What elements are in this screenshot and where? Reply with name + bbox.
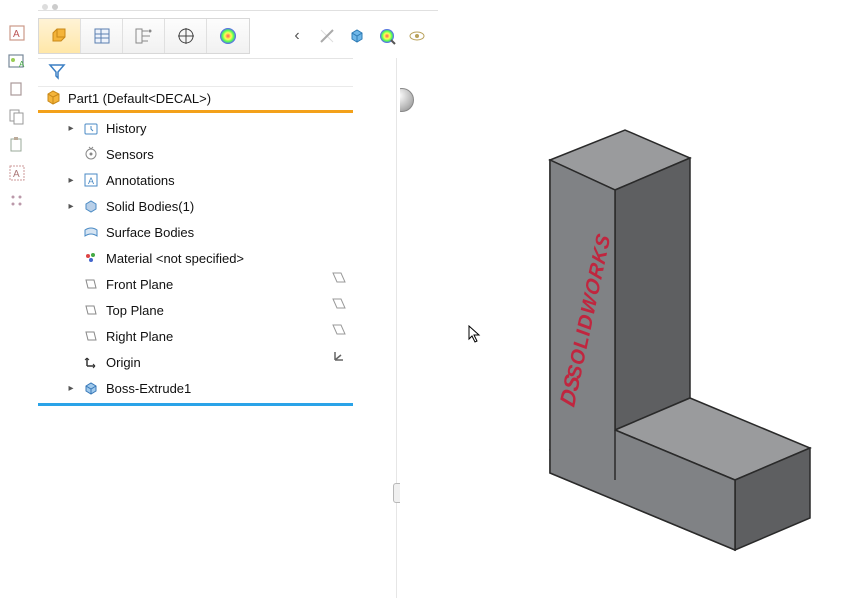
tool-text[interactable]: A bbox=[6, 162, 28, 184]
tree-label: Sensors bbox=[106, 147, 154, 162]
tree-label: Material <not specified> bbox=[106, 251, 244, 266]
tab-display-manager[interactable] bbox=[207, 19, 249, 53]
expand-icon[interactable]: ▸ bbox=[66, 123, 76, 134]
tree-item-annotations[interactable]: ▸ A Annotations bbox=[38, 167, 353, 193]
manager-tabs-toolbar: ‹ bbox=[38, 18, 431, 54]
tree-label: Surface Bodies bbox=[106, 225, 194, 240]
tool-clipboard[interactable] bbox=[6, 134, 28, 156]
tab-pip[interactable] bbox=[42, 4, 48, 10]
panel-tab-pips bbox=[38, 3, 438, 11]
tool-layer[interactable] bbox=[6, 78, 28, 100]
tree-label: Right Plane bbox=[106, 329, 173, 344]
svg-text:A: A bbox=[13, 29, 20, 40]
tool-drawing-format[interactable]: A bbox=[6, 22, 28, 44]
tree-item-front-plane[interactable]: Front Plane bbox=[38, 271, 353, 297]
tree-label: Top Plane bbox=[106, 303, 164, 318]
tree-end-marker bbox=[38, 403, 353, 406]
history-icon bbox=[82, 119, 100, 137]
tree-item-right-plane[interactable]: Right Plane bbox=[38, 323, 353, 349]
tree-item-boss-extrude[interactable]: ▸ Boss-Extrude1 bbox=[38, 375, 353, 401]
tab-config-manager[interactable] bbox=[123, 19, 165, 53]
svg-text:A: A bbox=[19, 60, 25, 69]
tree-item-top-plane[interactable]: Top Plane bbox=[38, 297, 353, 323]
appearance-button[interactable] bbox=[373, 22, 401, 50]
tree-item-solid-bodies[interactable]: ▸ Solid Bodies(1) bbox=[38, 193, 353, 219]
filter-icon[interactable] bbox=[48, 62, 66, 83]
tree-label: Boss-Extrude1 bbox=[106, 381, 191, 396]
expand-icon[interactable]: ▸ bbox=[66, 201, 76, 212]
left-vertical-toolbar: A A A bbox=[0, 14, 34, 212]
plane-handle-icon[interactable] bbox=[329, 294, 349, 314]
surface-bodies-icon bbox=[82, 223, 100, 241]
tab-pip[interactable] bbox=[52, 4, 58, 10]
tree-item-surface-bodies[interactable]: Surface Bodies bbox=[38, 219, 353, 245]
expand-icon[interactable]: ▸ bbox=[66, 383, 76, 394]
tree-label: Annotations bbox=[106, 173, 175, 188]
tool-pattern[interactable] bbox=[6, 190, 28, 212]
tab-property-manager[interactable] bbox=[81, 19, 123, 53]
tree-item-sensors[interactable]: Sensors bbox=[38, 141, 353, 167]
tab-feature-manager[interactable] bbox=[39, 19, 81, 53]
plane-handle-icon[interactable] bbox=[329, 268, 349, 288]
plane-handle-column bbox=[355, 58, 395, 598]
part-icon bbox=[44, 87, 64, 110]
tree-item-origin[interactable]: Origin bbox=[38, 349, 353, 375]
hide-sketch-button[interactable] bbox=[313, 22, 341, 50]
view-orientation-button[interactable] bbox=[343, 22, 371, 50]
plane-icon bbox=[82, 275, 100, 293]
plane-icon bbox=[82, 301, 100, 319]
annotations-icon: A bbox=[82, 171, 100, 189]
origin-icon bbox=[82, 353, 100, 371]
svg-text:A: A bbox=[88, 176, 94, 186]
tab-dimxpert-manager[interactable] bbox=[165, 19, 207, 53]
solid-bodies-icon bbox=[82, 197, 100, 215]
material-icon bbox=[82, 249, 100, 267]
tree-item-material[interactable]: Material <not specified> bbox=[38, 245, 353, 271]
sensors-icon bbox=[82, 145, 100, 163]
expand-icon[interactable]: ▸ bbox=[66, 175, 76, 186]
visibility-button[interactable] bbox=[403, 22, 431, 50]
tree-root-label: Part1 (Default<DECAL>) bbox=[68, 91, 211, 106]
tree-root-item[interactable]: Part1 (Default<DECAL>) bbox=[38, 87, 353, 113]
part-model[interactable]: DS SOLIDWORKS bbox=[520, 98, 820, 568]
history-back-button[interactable]: ‹ bbox=[283, 22, 311, 50]
tool-clone[interactable] bbox=[6, 106, 28, 128]
feature-tree-panel: Part1 (Default<DECAL>) ▸ History Sensors… bbox=[38, 58, 353, 598]
origin-handle-icon[interactable] bbox=[329, 346, 349, 366]
plane-icon bbox=[82, 327, 100, 345]
tree-label: History bbox=[106, 121, 146, 136]
appearance-sphere[interactable] bbox=[400, 88, 414, 112]
tree-label: Front Plane bbox=[106, 277, 173, 292]
tree-label: Solid Bodies(1) bbox=[106, 199, 194, 214]
extrude-icon bbox=[82, 379, 100, 397]
tree-item-history[interactable]: ▸ History bbox=[38, 115, 353, 141]
tool-image-ref[interactable]: A bbox=[6, 50, 28, 72]
graphics-viewport[interactable]: DS SOLIDWORKS bbox=[400, 58, 856, 598]
tree-label: Origin bbox=[106, 355, 141, 370]
svg-text:A: A bbox=[13, 169, 20, 180]
plane-handle-icon[interactable] bbox=[329, 320, 349, 340]
